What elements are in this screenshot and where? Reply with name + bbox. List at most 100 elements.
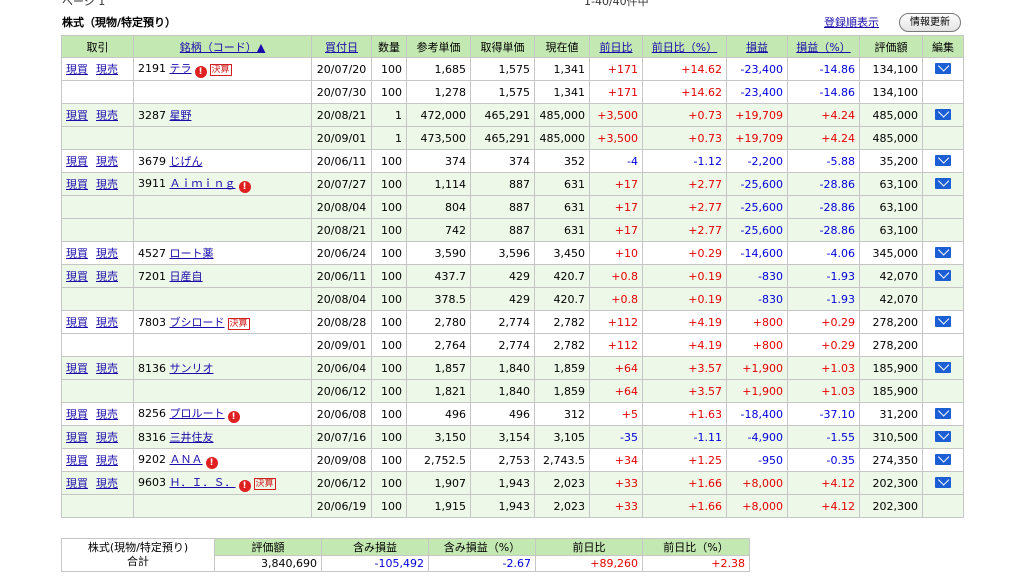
buy-link[interactable]: 現買: [66, 63, 88, 76]
cost-cell: 465,291: [470, 126, 535, 150]
alert-icon[interactable]: !: [205, 457, 218, 469]
sell-link[interactable]: 現売: [96, 178, 118, 191]
qty-cell: 100: [371, 172, 407, 196]
change-cell: +17: [589, 218, 643, 242]
mail-icon[interactable]: [935, 476, 951, 488]
mail-icon[interactable]: [935, 430, 951, 442]
purchase-date-cell: 20/09/01: [311, 126, 372, 150]
mail-icon[interactable]: [935, 108, 951, 120]
mail-icon[interactable]: [935, 154, 951, 166]
col-header-date[interactable]: 買付日: [311, 35, 372, 58]
edit-cell: [922, 80, 964, 104]
table-row: 20/09/01 100 2,764 2,774 2,782 +112 +4.19 +800 +…: [61, 333, 964, 357]
alert-icon[interactable]: !: [238, 181, 251, 193]
pl-pct-cell: -1.55: [787, 425, 860, 449]
stock-name-link[interactable]: じげん: [170, 155, 203, 168]
summary-header-unrealized-pct: 含み損益（%）: [428, 538, 536, 556]
alert-icon[interactable]: !: [227, 411, 240, 423]
ref-price-cell: 1,857: [406, 356, 471, 380]
stock-name-link[interactable]: ロート薬: [170, 247, 214, 260]
stock-code: 7201: [138, 270, 166, 283]
buy-link[interactable]: 現買: [66, 362, 88, 375]
buy-link[interactable]: 現買: [66, 408, 88, 421]
col-header-pl[interactable]: 損益: [726, 35, 788, 58]
qty-cell: 1: [371, 103, 407, 127]
sell-link[interactable]: 現売: [96, 362, 118, 375]
alert-icon[interactable]: !: [194, 66, 207, 78]
change-pct-cell: -1.12: [642, 149, 727, 173]
qty-cell: 100: [371, 310, 407, 334]
sell-link[interactable]: 現売: [96, 155, 118, 168]
change-cell: +112: [589, 310, 643, 334]
mail-icon[interactable]: [935, 453, 951, 465]
pl-cell: -25,600: [726, 195, 788, 219]
change-pct-cell: +0.29: [642, 241, 727, 265]
alert-icon[interactable]: !: [238, 480, 251, 492]
trade-cell: [61, 333, 134, 357]
section-title: 株式（現物/特定預り）: [62, 16, 177, 29]
sell-link[interactable]: 現売: [96, 431, 118, 444]
mail-icon[interactable]: [935, 361, 951, 373]
change-cell: +64: [589, 356, 643, 380]
cost-cell: 3,596: [470, 241, 535, 265]
buy-link[interactable]: 現買: [66, 109, 88, 122]
buy-link[interactable]: 現買: [66, 247, 88, 260]
stock-name-link[interactable]: テラ: [170, 62, 192, 75]
stock-name-link[interactable]: 星野: [170, 109, 192, 122]
col-header-pl-pct[interactable]: 損益（%）: [787, 35, 860, 58]
trade-cell: [61, 379, 134, 403]
table-row: 現買 現売 7201 日産自 20/06/11 100 437.7 429 420.7 +0.8…: [61, 264, 964, 288]
price-cell: 631: [534, 195, 590, 219]
refresh-button[interactable]: 情報更新: [899, 13, 961, 32]
stock-name-link[interactable]: プロルート: [170, 407, 225, 420]
qty-cell: 100: [371, 264, 407, 288]
buy-link[interactable]: 現買: [66, 270, 88, 283]
buy-link[interactable]: 現買: [66, 477, 88, 490]
sell-link[interactable]: 現売: [96, 477, 118, 490]
purchase-date-cell: 20/06/11: [311, 149, 372, 173]
sell-link[interactable]: 現売: [96, 408, 118, 421]
col-header-stock[interactable]: 銘柄（コード）▲: [133, 35, 312, 58]
change-cell: +3,500: [589, 103, 643, 127]
change-cell: +34: [589, 448, 643, 472]
buy-link[interactable]: 現買: [66, 155, 88, 168]
stock-name-link[interactable]: 三井住友: [170, 431, 214, 444]
buy-link[interactable]: 現買: [66, 431, 88, 444]
buy-link[interactable]: 現買: [66, 316, 88, 329]
ref-price-cell: 496: [406, 402, 471, 426]
stock-name-link[interactable]: Ａｉｍｉｎｇ: [170, 177, 236, 190]
buy-link[interactable]: 現買: [66, 178, 88, 191]
mail-icon[interactable]: [935, 315, 951, 327]
sell-link[interactable]: 現売: [96, 109, 118, 122]
pl-cell: -830: [726, 264, 788, 288]
col-header-change-pct[interactable]: 前日比（%）: [642, 35, 727, 58]
stock-name-link[interactable]: ＡＮＡ: [170, 453, 203, 466]
stock-name-link[interactable]: Ｈ．Ｉ．Ｓ．: [170, 476, 236, 489]
qty-cell: 100: [371, 333, 407, 357]
edit-cell: [922, 402, 964, 426]
table-row: 20/07/30 100 1,278 1,575 1,341 +171 +14.62 -23,…: [61, 80, 964, 104]
buy-link[interactable]: 現買: [66, 454, 88, 467]
col-header-change[interactable]: 前日比: [589, 35, 643, 58]
cost-cell: 1,575: [470, 57, 535, 81]
mail-icon[interactable]: [935, 407, 951, 419]
value-cell: 63,100: [859, 195, 923, 219]
mail-icon[interactable]: [935, 62, 951, 74]
trade-cell: 現買 現売: [61, 264, 134, 288]
mail-icon[interactable]: [935, 269, 951, 281]
stock-name-link[interactable]: ブシロード: [170, 316, 225, 329]
trade-cell: 現買 現売: [61, 310, 134, 334]
sell-link[interactable]: 現売: [96, 270, 118, 283]
stock-name-link[interactable]: 日産自: [170, 270, 203, 283]
registration-order-link[interactable]: 登録順表示: [824, 14, 879, 30]
change-cell: +3,500: [589, 126, 643, 150]
earnings-badge: 決算: [209, 64, 232, 76]
qty-cell: 100: [371, 471, 407, 495]
stock-name-link[interactable]: サンリオ: [170, 362, 214, 375]
sell-link[interactable]: 現売: [96, 63, 118, 76]
sell-link[interactable]: 現売: [96, 247, 118, 260]
sell-link[interactable]: 現売: [96, 316, 118, 329]
mail-icon[interactable]: [935, 246, 951, 258]
sell-link[interactable]: 現売: [96, 454, 118, 467]
mail-icon[interactable]: [935, 177, 951, 189]
